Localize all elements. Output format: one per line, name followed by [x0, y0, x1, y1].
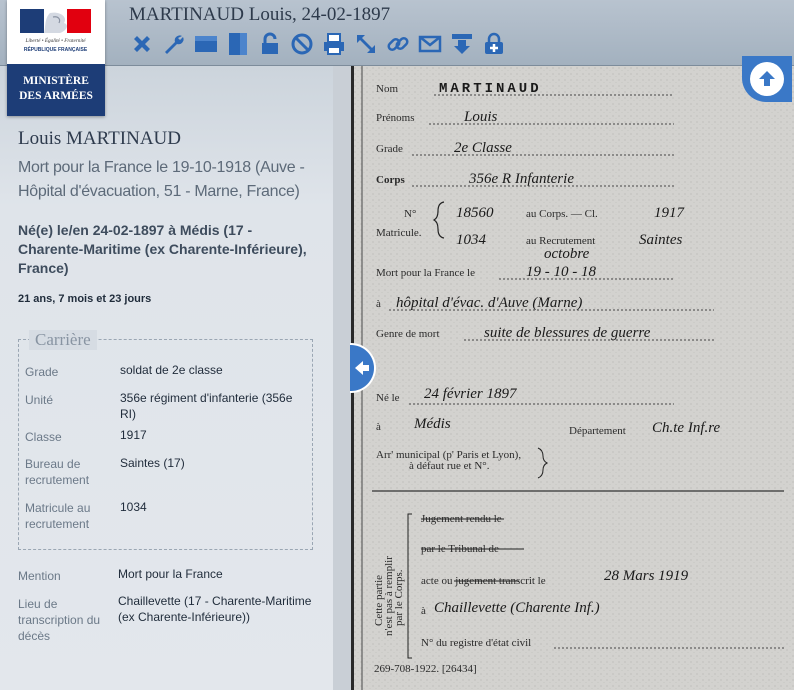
doc-registre-label: N° du registre d'état civil	[421, 637, 531, 649]
close-icon	[134, 36, 150, 52]
marianne-logo-icon: Liberté • Égalité • Fraternité RÉPUBLIQU…	[20, 9, 91, 53]
mention-value: Mort pour la France	[118, 567, 223, 581]
doc-matricule-value: 1034	[456, 232, 487, 248]
doc-acte-value: 28 Mars 1919	[604, 568, 689, 584]
close-button[interactable]	[129, 31, 155, 57]
doc-footer: 269-708-1922. [26434]	[374, 663, 477, 675]
career-section: Carrière Grade soldat de 2e classe Unité…	[18, 330, 313, 550]
block-icon	[291, 33, 313, 55]
block-button[interactable]	[289, 31, 315, 57]
scroll-top-button[interactable]	[742, 56, 792, 102]
doc-mort-value: 19 - 10 - 18	[526, 264, 596, 280]
document-viewer[interactable]: Nom MARTINAUD Prénoms Louis Grade 2e Cla…	[333, 66, 794, 690]
link-button[interactable]	[385, 31, 411, 57]
fullscreen-button[interactable]	[353, 31, 379, 57]
lock-add-button[interactable]	[481, 31, 507, 57]
doc-mort-label: Mort pour la France le	[376, 267, 475, 279]
doc-ne-value: 24 février 1897	[424, 386, 518, 402]
doc-side-note3: par le Corps.	[393, 569, 405, 626]
doc-recrutement-value: Saintes	[639, 232, 682, 248]
doc-lieu-value: hôpital d'évac. d'Auve (Marne)	[396, 295, 582, 311]
page-title: MARTINAUD Louis, 24-02-1897	[129, 4, 391, 25]
doc-a3-label: à	[421, 605, 426, 617]
arrow-left-icon	[355, 361, 369, 375]
doc-corps-value: 356e R Infanterie	[468, 171, 574, 187]
unit-value: 356e régiment d'infanterie (356e RI)	[120, 391, 293, 421]
doc-grade-label: Grade	[376, 143, 403, 155]
ministry-line1: MINISTÈRE	[23, 75, 89, 87]
doc-ne-label: Né le	[376, 392, 400, 404]
doc-genre-label: Genre de mort	[376, 328, 440, 340]
record-card-image: Nom MARTINAUD Prénoms Louis Grade 2e Cla…	[354, 66, 794, 690]
doc-prenoms-value: Louis	[463, 109, 498, 125]
recruitment-office-value: Saintes (17)	[120, 456, 185, 470]
doc-mort-month-note: octobre	[544, 246, 590, 262]
print-icon	[324, 33, 344, 55]
scanned-record: Nom MARTINAUD Prénoms Louis Grade 2e Cla…	[351, 66, 794, 690]
mention-label: Mention	[18, 569, 61, 583]
arrow-up-icon	[759, 71, 775, 86]
age-at-death: 21 ans, 7 mois et 23 jours	[18, 293, 152, 305]
doc-ne-lieu-value: Médis	[413, 416, 451, 432]
transcription-place-value: Chaillevette (17 - Charente-Maritime (ex…	[118, 594, 312, 624]
logo-republic: RÉPUBLIQUE FRANÇAISE	[24, 45, 88, 53]
settings-button[interactable]	[161, 31, 187, 57]
doc-arr-label2: à défaut rue et N°.	[409, 460, 490, 472]
wrench-icon	[165, 35, 184, 54]
matricule-label: Matricule au recrutement	[25, 501, 91, 531]
email-button[interactable]	[417, 31, 443, 57]
doc-grade-value: 2e Classe	[454, 140, 512, 156]
person-name: Louis MARTINAUD	[18, 128, 181, 149]
doc-a2-label: à	[376, 421, 381, 433]
unit-label: Unité	[25, 393, 54, 407]
top-header: MARTINAUD Louis, 24-02-1897	[0, 0, 794, 66]
download-icon	[452, 34, 472, 54]
doc-departement-value: Ch.te Inf.re	[652, 420, 721, 436]
mail-icon	[418, 35, 442, 53]
doc-no-label: N°	[404, 208, 416, 220]
matricule-value: 1034	[120, 500, 147, 514]
class-value: 1917	[120, 428, 147, 442]
grade-value: soldat de 2e classe	[120, 363, 223, 377]
class-label: Classe	[25, 430, 62, 444]
print-button[interactable]	[321, 31, 347, 57]
doc-genre-value: suite de blessures de guerre	[484, 325, 651, 341]
doc-prenoms-label: Prénoms	[376, 112, 415, 124]
birth-description: Né(e) le/en 24-02-1897 à Médis (17 - Cha…	[18, 222, 307, 276]
panel-horizontal-icon	[195, 36, 217, 52]
doc-corps-suffix: au Corps. — Cl.	[526, 208, 598, 220]
link-icon	[387, 36, 409, 52]
lock-button[interactable]	[257, 31, 283, 57]
ministry-logo[interactable]: Liberté • Égalité • Fraternité RÉPUBLIQU…	[7, 0, 105, 116]
toolbar	[129, 31, 507, 59]
ministry-line2: DES ARMÉES	[19, 90, 93, 102]
logo-motto: Liberté • Égalité • Fraternité	[24, 36, 86, 44]
doc-classe-value: 1917	[654, 205, 686, 221]
doc-nom-label: Nom	[376, 83, 398, 95]
lock-add-icon	[485, 32, 503, 54]
doc-corps-label: Corps	[376, 174, 405, 186]
transcription-place-label: Lieu de transcription du décès	[18, 597, 101, 643]
doc-departement-label: Département	[569, 425, 626, 437]
recruitment-office-label: Bureau de recrutement	[25, 457, 90, 487]
resize-icon	[357, 35, 375, 53]
grade-label: Grade	[25, 365, 59, 379]
details-panel: Louis MARTINAUD Mort pour la France le 1…	[0, 66, 333, 690]
panel-vertical-icon	[229, 33, 247, 55]
career-legend: Carrière	[29, 330, 97, 350]
layout-vertical-button[interactable]	[225, 31, 251, 57]
doc-no-value: 18560	[456, 205, 494, 221]
doc-matricule-label: Matricule.	[376, 227, 422, 239]
lock-icon	[262, 32, 278, 54]
download-button[interactable]	[449, 31, 475, 57]
ministry-band: MINISTÈRE DES ARMÉES	[7, 64, 105, 116]
layout-horizontal-button[interactable]	[193, 31, 219, 57]
death-description: Mort pour la France le 19-10-1918 (Auve …	[18, 159, 305, 200]
doc-acte-lieu-value: Chaillevette (Charente Inf.)	[434, 600, 600, 616]
doc-a-label: à	[376, 298, 381, 310]
